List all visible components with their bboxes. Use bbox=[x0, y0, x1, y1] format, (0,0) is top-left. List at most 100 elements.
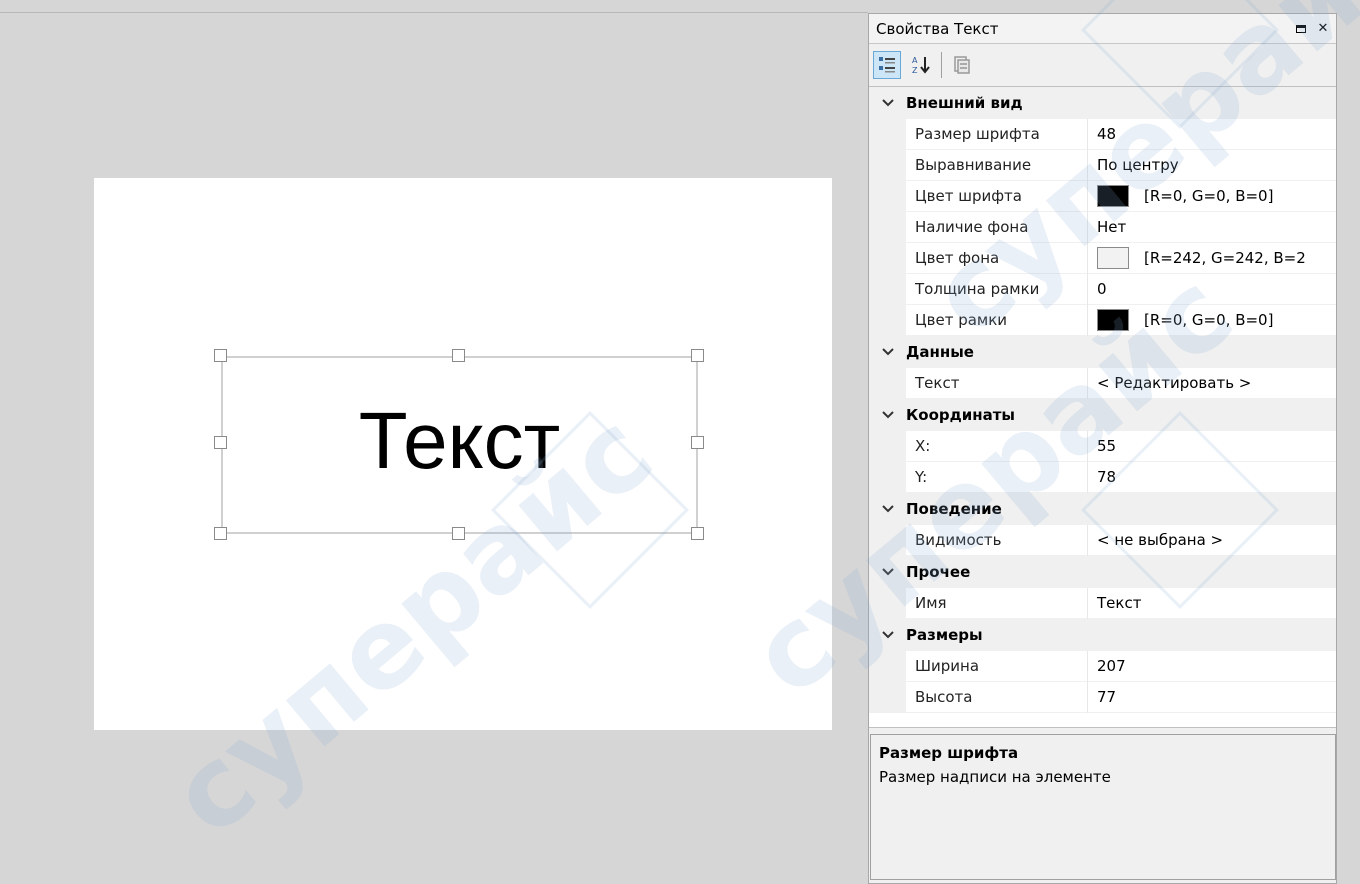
description-title: Размер шрифта bbox=[879, 744, 1019, 762]
category-label: Внешний вид bbox=[906, 94, 1023, 112]
property-row[interactable]: Цвет рамки [R=0, G=0, B=0] bbox=[869, 304, 1336, 336]
row-gutter bbox=[869, 242, 906, 274]
property-row[interactable]: Имя Текст bbox=[869, 587, 1336, 619]
close-icon: ✕ bbox=[1317, 21, 1329, 36]
resize-handle-s[interactable] bbox=[452, 527, 465, 540]
chevron-down-icon[interactable] bbox=[869, 504, 906, 514]
property-name: Цвет шрифта bbox=[906, 180, 1088, 212]
property-name: Y: bbox=[906, 461, 1088, 493]
row-gutter bbox=[869, 650, 906, 682]
property-name: Толщина рамки bbox=[906, 273, 1088, 305]
color-swatch[interactable] bbox=[1097, 247, 1129, 269]
color-swatch[interactable] bbox=[1097, 185, 1129, 207]
color-value-text: [R=242, G=242, B=2 bbox=[1144, 249, 1306, 267]
property-row[interactable]: Цвет шрифта [R=0, G=0, B=0] bbox=[869, 180, 1336, 212]
color-swatch[interactable] bbox=[1097, 309, 1129, 331]
property-value[interactable]: Нет bbox=[1088, 212, 1336, 243]
property-value[interactable]: 77 bbox=[1088, 682, 1336, 713]
category-label: Координаты bbox=[906, 406, 1015, 424]
row-gutter bbox=[869, 367, 906, 399]
property-pages-button[interactable] bbox=[948, 51, 976, 79]
chevron-down-icon[interactable] bbox=[869, 98, 906, 108]
property-value[interactable]: По центру bbox=[1088, 150, 1336, 181]
category-row[interactable]: Прочее bbox=[869, 556, 1336, 588]
category-row[interactable]: Размеры bbox=[869, 619, 1336, 651]
text-element-label: Текст bbox=[358, 396, 561, 485]
property-value[interactable]: 55 bbox=[1088, 431, 1336, 462]
panel-toolbar: A Z bbox=[869, 45, 1336, 85]
row-gutter bbox=[869, 461, 906, 493]
chevron-down-icon[interactable] bbox=[869, 347, 906, 357]
panel-header: Свойства Текст ✕ bbox=[869, 14, 1336, 44]
description-pane: Размер шрифта Размер надписи на элементе bbox=[870, 734, 1336, 880]
property-value[interactable]: [R=242, G=242, B=2 bbox=[1088, 243, 1336, 274]
row-gutter bbox=[869, 118, 906, 150]
property-name: Наличие фона bbox=[906, 211, 1088, 243]
property-row[interactable]: Y: 78 bbox=[869, 461, 1336, 493]
color-value-text: [R=0, G=0, B=0] bbox=[1144, 187, 1274, 205]
design-canvas[interactable]: Текст bbox=[94, 178, 832, 730]
row-gutter bbox=[869, 681, 906, 713]
resize-handle-se[interactable] bbox=[691, 527, 704, 540]
row-gutter bbox=[869, 430, 906, 462]
category-label: Прочее bbox=[906, 563, 971, 581]
close-button[interactable]: ✕ bbox=[1314, 20, 1332, 38]
categorized-view-icon bbox=[879, 57, 895, 73]
property-row[interactable]: Выравнивание По центру bbox=[869, 149, 1336, 181]
property-row[interactable]: Текст < Редактировать > bbox=[869, 367, 1336, 399]
property-row[interactable]: Видимость < не выбрана > bbox=[869, 524, 1336, 556]
category-label: Поведение bbox=[906, 500, 1002, 518]
category-label: Размеры bbox=[906, 626, 983, 644]
svg-text:Z: Z bbox=[912, 66, 918, 75]
property-value[interactable]: 78 bbox=[1088, 462, 1336, 493]
color-value-text: [R=0, G=0, B=0] bbox=[1144, 311, 1274, 329]
property-name: X: bbox=[906, 430, 1088, 462]
sort-alphabetical-button[interactable]: A Z bbox=[907, 51, 935, 79]
category-row[interactable]: Данные bbox=[869, 336, 1336, 368]
chevron-down-icon[interactable] bbox=[869, 567, 906, 577]
resize-handle-e[interactable] bbox=[691, 436, 704, 449]
restore-icon bbox=[1296, 24, 1306, 33]
row-gutter bbox=[869, 273, 906, 305]
sort-alpha-icon: A Z bbox=[912, 56, 930, 75]
categorized-view-button[interactable] bbox=[873, 51, 901, 79]
property-row[interactable]: Высота 77 bbox=[869, 681, 1336, 713]
property-value[interactable]: 48 bbox=[1088, 119, 1336, 150]
property-value[interactable]: [R=0, G=0, B=0] bbox=[1088, 305, 1336, 336]
property-value[interactable]: < Редактировать > bbox=[1088, 368, 1336, 399]
property-row[interactable]: Толщина рамки 0 bbox=[869, 273, 1336, 305]
resize-handle-sw[interactable] bbox=[214, 527, 227, 540]
row-gutter bbox=[869, 211, 906, 243]
category-label: Данные bbox=[906, 343, 974, 361]
property-value[interactable]: 0 bbox=[1088, 274, 1336, 305]
property-name: Цвет рамки bbox=[906, 304, 1088, 336]
chevron-down-icon[interactable] bbox=[869, 630, 906, 640]
property-value[interactable]: [R=0, G=0, B=0] bbox=[1088, 181, 1336, 212]
property-value[interactable]: 207 bbox=[1088, 651, 1336, 682]
property-value[interactable]: < не выбрана > bbox=[1088, 525, 1336, 556]
resize-handle-ne[interactable] bbox=[691, 349, 704, 362]
property-name: Видимость bbox=[906, 524, 1088, 556]
property-row[interactable]: Ширина 207 bbox=[869, 650, 1336, 682]
svg-text:A: A bbox=[912, 56, 918, 65]
property-name: Цвет фона bbox=[906, 242, 1088, 274]
property-row[interactable]: X: 55 bbox=[869, 430, 1336, 462]
restore-button[interactable] bbox=[1292, 20, 1310, 38]
property-name: Высота bbox=[906, 681, 1088, 713]
category-row[interactable]: Координаты bbox=[869, 399, 1336, 431]
resize-handle-n[interactable] bbox=[452, 349, 465, 362]
category-row[interactable]: Внешний вид bbox=[869, 87, 1336, 119]
property-name: Выравнивание bbox=[906, 149, 1088, 181]
properties-panel: Свойства Текст ✕ A Z Внешний вид Размер … bbox=[868, 13, 1337, 884]
property-row[interactable]: Наличие фона Нет bbox=[869, 211, 1336, 243]
property-pages-icon bbox=[954, 56, 970, 74]
category-row[interactable]: Поведение bbox=[869, 493, 1336, 525]
chevron-down-icon[interactable] bbox=[869, 410, 906, 420]
property-value[interactable]: Текст bbox=[1088, 588, 1336, 619]
resize-handle-nw[interactable] bbox=[214, 349, 227, 362]
property-row[interactable]: Цвет фона [R=242, G=242, B=2 bbox=[869, 242, 1336, 274]
row-gutter bbox=[869, 587, 906, 619]
resize-handle-w[interactable] bbox=[214, 436, 227, 449]
text-element[interactable]: Текст bbox=[221, 356, 698, 534]
property-row[interactable]: Размер шрифта 48 bbox=[869, 118, 1336, 150]
